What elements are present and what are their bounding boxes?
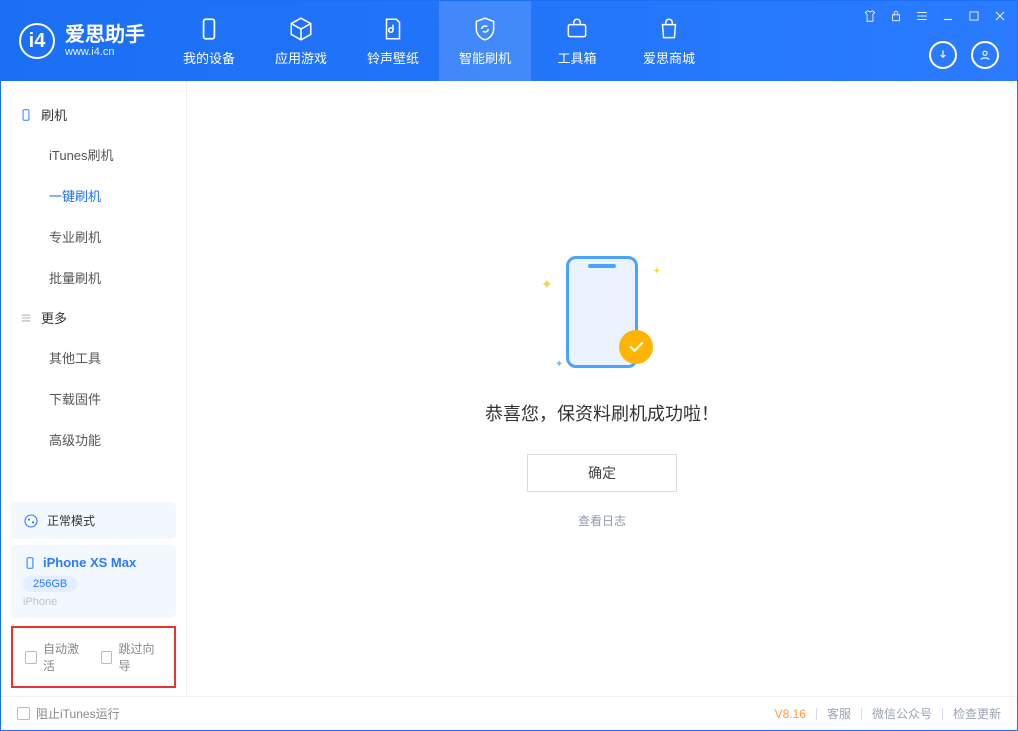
device-name: iPhone XS Max (43, 555, 136, 570)
check-badge-icon (619, 330, 653, 364)
app-url: www.i4.cn (65, 46, 145, 58)
download-button[interactable] (929, 41, 957, 69)
nav-label: 我的设备 (183, 48, 235, 67)
sparkle-icon: ✦ (541, 276, 553, 293)
nav-toolbox[interactable]: 工具箱 (531, 1, 623, 81)
footer-right: V8.16 客服 微信公众号 检查更新 (775, 705, 1001, 722)
checkbox-label: 跳过向导 (118, 640, 162, 674)
sparkle-icon: ✦ (555, 359, 563, 370)
sidebar-item-other-tools[interactable]: 其他工具 (1, 337, 186, 378)
sidebar-bottom: 正常模式 iPhone XS Max 256GB iPhone 自动激活 (1, 496, 186, 696)
checkbox-label: 自动激活 (43, 640, 87, 674)
checkbox-box (25, 651, 37, 664)
bag-icon (656, 16, 682, 42)
footer-link-update[interactable]: 检查更新 (953, 705, 1001, 722)
main-content: ✦ ✦ ✦ 恭喜您，保资料刷机成功啦！ 确定 查看日志 (187, 81, 1017, 696)
app-name: 爱思助手 (65, 24, 145, 46)
checkbox-label: 阻止iTunes运行 (36, 705, 120, 722)
close-icon[interactable] (993, 9, 1007, 23)
sidebar-scroll: 刷机 iTunes刷机 一键刷机 专业刷机 批量刷机 更多 其他工具 下载固件 … (1, 81, 186, 496)
footer-link-wechat[interactable]: 微信公众号 (872, 705, 932, 722)
mode-card[interactable]: 正常模式 (11, 502, 176, 539)
sidebar-section-more: 更多 (1, 298, 186, 337)
sidebar-item-oneclick-flash[interactable]: 一键刷机 (1, 175, 186, 216)
nav-smart-flash[interactable]: 智能刷机 (439, 1, 531, 81)
nav-label: 应用游戏 (275, 48, 327, 67)
success-message: 恭喜您，保资料刷机成功啦！ (485, 400, 719, 426)
minimize-icon[interactable] (941, 9, 955, 23)
app-window: i4 爱思助手 www.i4.cn 我的设备 应用游戏 铃声壁纸 智能刷机 (0, 0, 1018, 731)
sidebar-item-download-firmware[interactable]: 下载固件 (1, 378, 186, 419)
cube-icon (288, 16, 314, 42)
divider (942, 708, 943, 720)
divider (816, 708, 817, 720)
device-type: iPhone (23, 596, 164, 608)
nav-label: 铃声壁纸 (367, 48, 419, 67)
header: i4 爱思助手 www.i4.cn 我的设备 应用游戏 铃声壁纸 智能刷机 (1, 1, 1017, 81)
tshirt-icon[interactable] (863, 9, 877, 23)
sidebar-item-itunes-flash[interactable]: iTunes刷机 (1, 134, 186, 175)
nav-label: 爱思商城 (643, 48, 695, 67)
divider (861, 708, 862, 720)
section-label: 更多 (41, 308, 67, 327)
window-controls (863, 9, 1007, 23)
checkbox-box (101, 651, 113, 664)
capacity-badge: 256GB (23, 576, 77, 592)
toolbox-icon (564, 16, 590, 42)
sidebar-item-pro-flash[interactable]: 专业刷机 (1, 216, 186, 257)
checkbox-auto-activate[interactable]: 自动激活 (25, 640, 87, 674)
body: 刷机 iTunes刷机 一键刷机 专业刷机 批量刷机 更多 其他工具 下载固件 … (1, 81, 1017, 696)
device-card[interactable]: iPhone XS Max 256GB iPhone (11, 545, 176, 618)
device-icon (196, 16, 222, 42)
nav-ringtone-wallpaper[interactable]: 铃声壁纸 (347, 1, 439, 81)
logo-icon: i4 (19, 23, 55, 59)
highlighted-checkbox-row: 自动激活 跳过向导 (11, 626, 176, 688)
nav-store[interactable]: 爱思商城 (623, 1, 715, 81)
nav-tabs: 我的设备 应用游戏 铃声壁纸 智能刷机 工具箱 爱思商城 (163, 1, 715, 81)
sidebar-section-flash: 刷机 (1, 95, 186, 134)
mode-icon (23, 513, 39, 529)
sidebar-item-advanced[interactable]: 高级功能 (1, 419, 186, 460)
ok-button[interactable]: 确定 (527, 454, 677, 492)
footer: 阻止iTunes运行 V8.16 客服 微信公众号 检查更新 (1, 696, 1017, 730)
phone-icon (19, 108, 33, 122)
footer-link-support[interactable]: 客服 (827, 705, 851, 722)
logo-text-block: 爱思助手 www.i4.cn (65, 24, 145, 58)
logo-area: i4 爱思助手 www.i4.cn (1, 1, 163, 81)
mode-label: 正常模式 (47, 512, 95, 529)
nav-label: 工具箱 (557, 48, 596, 67)
sparkle-icon: ✦ (653, 266, 661, 277)
menu-icon[interactable] (915, 9, 929, 23)
success-illustration: ✦ ✦ ✦ (537, 248, 667, 378)
version-label: V8.16 (775, 707, 806, 721)
view-log-link[interactable]: 查看日志 (578, 512, 626, 529)
section-label: 刷机 (41, 105, 67, 124)
nav-my-device[interactable]: 我的设备 (163, 1, 255, 81)
checkbox-box (17, 707, 30, 720)
checkbox-skip-guide[interactable]: 跳过向导 (101, 640, 163, 674)
header-user-area (929, 41, 999, 69)
user-button[interactable] (971, 41, 999, 69)
checkbox-block-itunes[interactable]: 阻止iTunes运行 (17, 705, 120, 722)
phone-icon (23, 556, 37, 570)
music-file-icon (380, 16, 406, 42)
device-name-row: iPhone XS Max (23, 555, 164, 570)
footer-left: 阻止iTunes运行 (17, 705, 120, 722)
maximize-icon[interactable] (967, 9, 981, 23)
sidebar-item-batch-flash[interactable]: 批量刷机 (1, 257, 186, 298)
sidebar: 刷机 iTunes刷机 一键刷机 专业刷机 批量刷机 更多 其他工具 下载固件 … (1, 81, 187, 696)
list-icon (19, 311, 33, 325)
nav-apps-games[interactable]: 应用游戏 (255, 1, 347, 81)
nav-label: 智能刷机 (459, 48, 511, 67)
shield-refresh-icon (472, 16, 498, 42)
lock-icon[interactable] (889, 9, 903, 23)
